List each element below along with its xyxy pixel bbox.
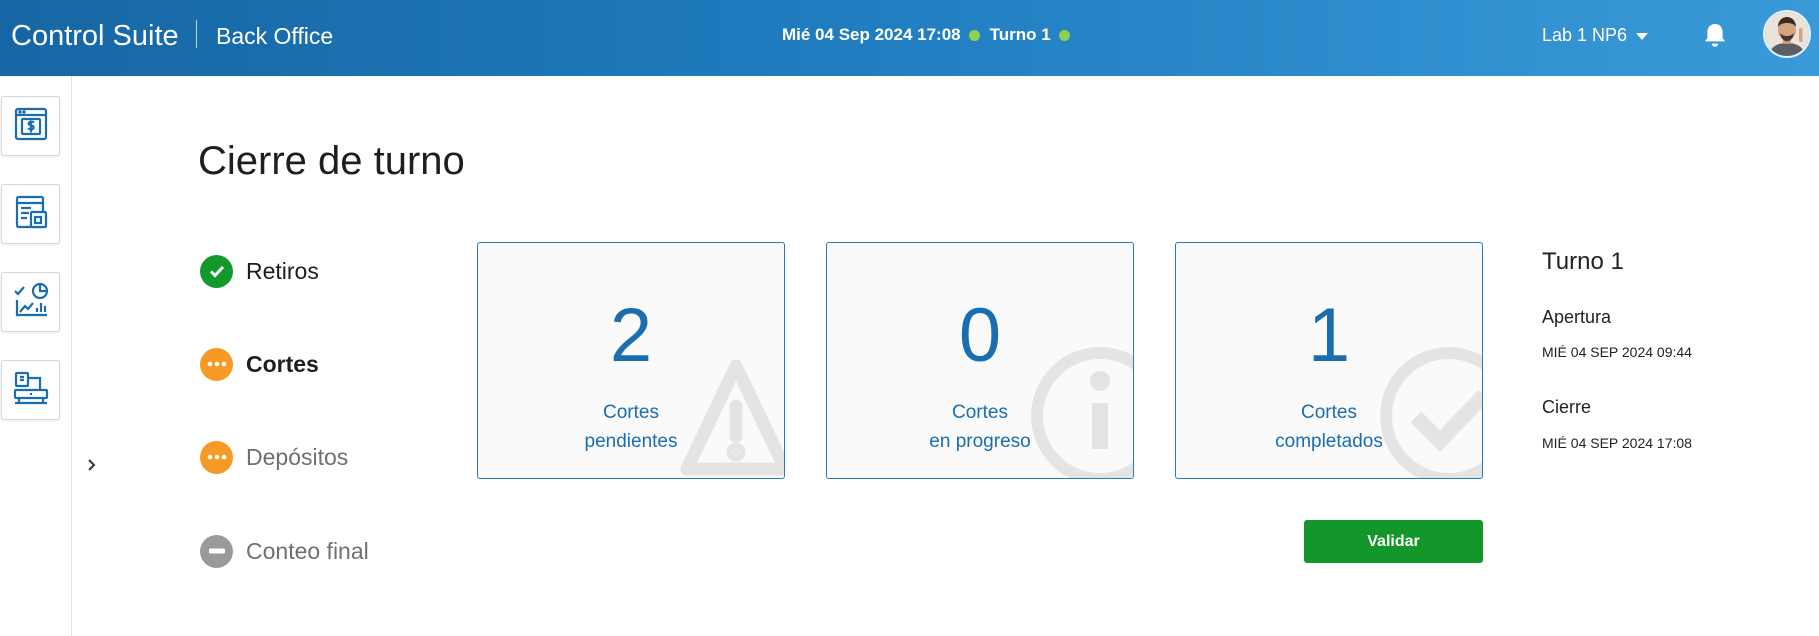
module-name[interactable]: Back Office bbox=[216, 20, 333, 52]
brand-divider bbox=[196, 20, 197, 48]
card-cortes-en-progreso[interactable]: 0 Cortes en progreso bbox=[826, 242, 1134, 479]
terminal-icon bbox=[12, 369, 50, 412]
left-sidebar bbox=[0, 76, 72, 636]
card-label-line1: Cortes bbox=[952, 402, 1008, 423]
analytics-icon bbox=[12, 281, 50, 324]
chevron-down-icon bbox=[1636, 32, 1649, 40]
card-value: 2 bbox=[609, 293, 653, 378]
more-dots-icon bbox=[200, 440, 233, 474]
minus-circle-icon bbox=[200, 534, 233, 568]
step-label: Conteo final bbox=[246, 538, 369, 564]
card-cortes-pendientes[interactable]: 2 Cortes pendientes bbox=[477, 242, 785, 479]
shift-status: Mié 04 Sep 2024 17:08 Turno 1 bbox=[782, 22, 1080, 48]
card-label-line2: en progreso bbox=[929, 431, 1031, 452]
chevron-right-icon[interactable] bbox=[84, 455, 100, 475]
reports-icon bbox=[13, 194, 49, 235]
cash-register-icon bbox=[13, 106, 49, 147]
shift-status-dot bbox=[1058, 29, 1070, 41]
site-selector[interactable]: Lab 1 NP6 bbox=[1542, 22, 1649, 48]
step-cortes[interactable]: Cortes bbox=[200, 347, 319, 381]
card-label: Cortes pendientes bbox=[478, 398, 784, 456]
page-title: Cierre de turno bbox=[198, 139, 465, 183]
shift-title: Turno 1 bbox=[1542, 248, 1624, 275]
top-bar: Control Suite Back Office Mié 04 Sep 202… bbox=[0, 0, 1819, 76]
step-depositos[interactable]: Depósitos bbox=[200, 440, 348, 474]
opening-label: Apertura bbox=[1542, 307, 1612, 327]
user-avatar[interactable] bbox=[1763, 10, 1811, 58]
app-brand[interactable]: Control Suite bbox=[11, 17, 179, 55]
step-conteo-final[interactable]: Conteo final bbox=[200, 534, 369, 568]
card-cortes-completados[interactable]: 1 Cortes completados bbox=[1175, 242, 1483, 479]
card-label-line2: completados bbox=[1275, 431, 1383, 452]
validate-button[interactable]: Validar bbox=[1304, 520, 1483, 563]
card-label: Cortes en progreso bbox=[827, 398, 1133, 456]
site-selector-label: Lab 1 NP6 bbox=[1542, 25, 1628, 45]
step-retiros[interactable]: Retiros bbox=[200, 254, 319, 288]
more-dots-icon bbox=[200, 347, 233, 381]
sidebar-item-analytics[interactable] bbox=[1, 272, 60, 332]
check-circle-icon bbox=[200, 254, 233, 288]
closing-label: Cierre bbox=[1542, 397, 1592, 417]
step-label: Depósitos bbox=[246, 444, 349, 470]
sidebar-item-reports[interactable] bbox=[1, 184, 60, 244]
card-label-line1: Cortes bbox=[1301, 402, 1357, 423]
card-label-line1: Cortes bbox=[603, 402, 659, 423]
opening-value: MIÉ 04 SEP 2024 09:44 bbox=[1542, 344, 1692, 360]
card-value: 0 bbox=[958, 293, 1002, 378]
current-shift: Turno 1 bbox=[989, 25, 1051, 44]
step-label: Cortes bbox=[246, 351, 319, 377]
bell-icon[interactable] bbox=[1702, 21, 1728, 49]
sidebar-item-terminal[interactable] bbox=[1, 360, 60, 420]
card-label: Cortes completados bbox=[1176, 398, 1482, 456]
card-label-line2: pendientes bbox=[584, 431, 678, 452]
sidebar-item-cash[interactable] bbox=[1, 96, 60, 156]
closing-value: MIÉ 04 SEP 2024 17:08 bbox=[1542, 435, 1692, 451]
card-value: 1 bbox=[1307, 293, 1351, 378]
step-label: Retiros bbox=[246, 258, 319, 284]
datetime-status-dot bbox=[968, 29, 980, 41]
current-datetime: Mié 04 Sep 2024 17:08 bbox=[782, 25, 961, 44]
